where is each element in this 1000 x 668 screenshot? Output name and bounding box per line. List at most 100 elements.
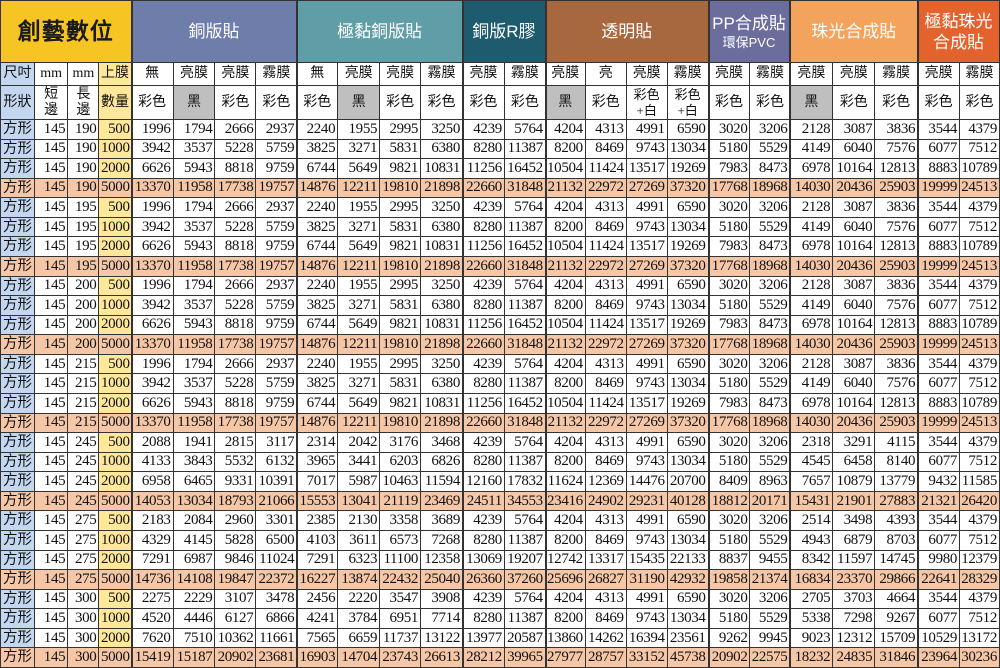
price-cell: 19999 — [918, 178, 960, 198]
price-cell: 22432 — [380, 570, 421, 589]
price-cell: 9743 — [626, 139, 667, 159]
price-cell: 16394 — [626, 628, 667, 648]
price-cell: 2240 — [297, 354, 338, 374]
price-cell: 19858 — [708, 570, 750, 589]
price-cell: 1794 — [173, 120, 215, 139]
price-cell: 14030 — [790, 256, 833, 276]
price-cell: 10789 — [960, 159, 999, 178]
price-cell: 6744 — [297, 237, 338, 256]
price-cell: 14476 — [626, 472, 667, 491]
price-cell: 30236 — [960, 648, 999, 667]
price-cell: 22972 — [585, 413, 626, 433]
long-edge-cell: 190 — [68, 120, 99, 139]
price-cell: 10879 — [833, 472, 875, 491]
price-cell: 14108 — [173, 570, 215, 589]
price-cell: 11597 — [833, 550, 875, 570]
price-cell: 8883 — [918, 393, 960, 413]
price-cell: 7512 — [960, 139, 999, 159]
shape-cell: 方形 — [1, 178, 35, 198]
price-cell: 3544 — [918, 589, 960, 609]
price-cell: 5831 — [380, 217, 421, 237]
price-cell: 7576 — [875, 374, 918, 393]
shape-cell: 方形 — [1, 217, 35, 237]
quantity-cell: 5000 — [99, 570, 131, 589]
short-edge-cell: 145 — [35, 452, 68, 472]
price-cell: 1996 — [131, 354, 173, 374]
price-cell: 2128 — [790, 354, 833, 374]
ink-type-extra: +白 — [636, 102, 657, 118]
price-cell: 4239 — [462, 198, 504, 217]
price-cell: 1955 — [338, 354, 380, 374]
price-cell: 2937 — [256, 354, 297, 374]
price-cell: 21132 — [545, 335, 585, 354]
price-cell: 25040 — [421, 570, 462, 589]
price-cell: 2240 — [297, 276, 338, 296]
price-cell: 6744 — [297, 393, 338, 413]
price-cell: 3836 — [875, 354, 918, 374]
ink-type-label: 彩色 — [469, 94, 498, 110]
price-cell: 3206 — [750, 589, 790, 609]
quantity-cell: 500 — [99, 276, 131, 296]
material-header-1: 銅版貼 — [131, 1, 297, 62]
price-cell: 11256 — [462, 315, 504, 335]
price-cell: 4379 — [960, 198, 999, 217]
price-cell: 4204 — [545, 589, 585, 609]
price-cell: 9432 — [918, 472, 960, 491]
price-cell: 9821 — [380, 393, 421, 413]
price-cell: 11387 — [504, 609, 545, 628]
shape-header: 形狀 — [1, 86, 35, 119]
price-cell: 5529 — [750, 217, 790, 237]
quantity-cell: 5000 — [99, 335, 131, 354]
price-cell: 3825 — [297, 139, 338, 159]
price-cell: 3544 — [918, 198, 960, 217]
price-cell: 6978 — [790, 237, 833, 256]
price-cell: 3836 — [875, 198, 918, 217]
shape-cell: 方形 — [1, 198, 35, 217]
price-cell: 31846 — [875, 648, 918, 667]
shape-cell: 方形 — [1, 393, 35, 413]
price-cell: 5180 — [708, 217, 750, 237]
price-cell: 5228 — [215, 374, 256, 393]
long-edge-cell: 200 — [68, 335, 99, 354]
price-cell: 3843 — [173, 452, 215, 472]
price-cell: 3271 — [338, 139, 380, 159]
shape-cell: 方形 — [1, 413, 35, 433]
price-cell: 3271 — [338, 217, 380, 237]
material-header-7: 極黏珠光 合成貼 — [918, 1, 999, 62]
price-cell: 14876 — [297, 178, 338, 198]
quantity-cell: 1000 — [99, 374, 131, 393]
price-cell: 1996 — [131, 120, 173, 139]
price-cell: 5764 — [504, 511, 545, 530]
price-cell: 21321 — [918, 491, 960, 511]
price-cell: 21132 — [545, 413, 585, 433]
price-cell: 3301 — [256, 511, 297, 530]
short-edge-cell: 145 — [35, 530, 68, 550]
long-edge-cell: 215 — [68, 413, 99, 433]
price-cell: 4393 — [875, 511, 918, 530]
price-cell: 3544 — [918, 276, 960, 296]
price-cell: 3784 — [338, 609, 380, 628]
price-cell: 19810 — [380, 178, 421, 198]
price-table: 創藝數位 銅版貼 極黏銅版貼 銅版R膠 透明貼 PP合成貼 環保PVC 珠光合成貼 極黏珠光 合成… — [0, 0, 1000, 668]
price-cell: 19999 — [918, 335, 960, 354]
price-cell: 3908 — [421, 589, 462, 609]
price-cell: 3020 — [708, 354, 750, 374]
ink-type-header: 彩色 +白 — [667, 86, 708, 119]
quantity-cell: 1000 — [99, 296, 131, 315]
price-cell: 7620 — [131, 628, 173, 648]
price-cell: 11256 — [462, 237, 504, 256]
ink-type-header: 彩色 — [256, 86, 297, 119]
price-cell: 14030 — [790, 413, 833, 433]
price-cell: 7512 — [960, 452, 999, 472]
price-cell: 6380 — [421, 296, 462, 315]
shape-cell: 方形 — [1, 237, 35, 256]
film-type-header: 亮膜 — [708, 63, 750, 85]
price-cell: 14053 — [131, 491, 173, 511]
film-type-header: 無 — [297, 63, 338, 85]
ink-type-header: 黑 — [338, 86, 380, 119]
price-cell: 9821 — [380, 159, 421, 178]
price-cell: 13779 — [875, 472, 918, 491]
quantity-header: 數量 — [99, 86, 131, 119]
short-edge-cell: 145 — [35, 256, 68, 276]
price-cell: 1996 — [131, 198, 173, 217]
